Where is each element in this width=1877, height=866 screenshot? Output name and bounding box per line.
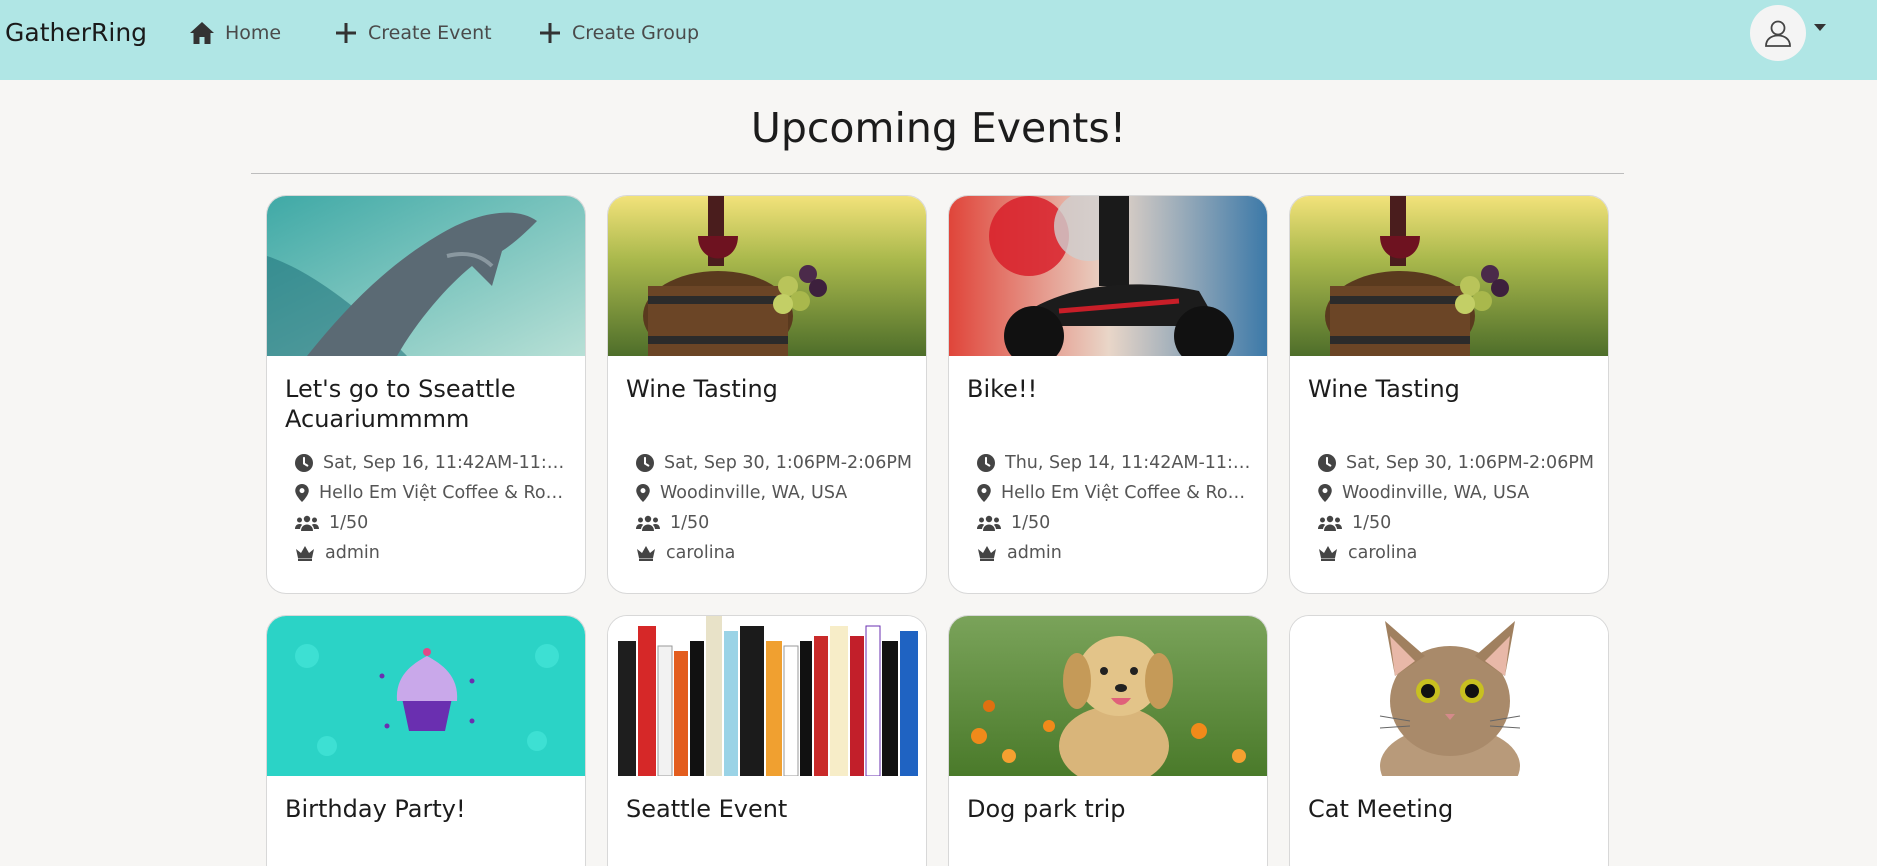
crown-icon [977, 544, 997, 562]
cupcake-image [267, 616, 585, 776]
home-icon [190, 22, 214, 44]
plus-icon [540, 23, 560, 43]
cat-image [1290, 616, 1608, 776]
event-title: Seattle Event [626, 795, 788, 823]
event-card[interactable]: Wine Tasting Sat, Sep 30, 1:06PM-2:06PM … [607, 195, 927, 594]
event-host: admin [295, 538, 575, 568]
event-card[interactable]: Cat Meeting [1289, 615, 1609, 866]
wine-barrel-image [608, 196, 926, 356]
users-icon [1318, 514, 1342, 532]
event-host: carolina [1318, 538, 1598, 568]
event-title: Dog park trip [967, 795, 1126, 823]
wine-barrel-image [1290, 196, 1608, 356]
nav-create-group-link[interactable]: Create Group [538, 18, 699, 48]
event-title: Wine Tasting [1308, 375, 1460, 403]
event-attendees: 1/50 [295, 508, 575, 538]
event-location: Hello Em Việt Coffee & Roastery [977, 478, 1257, 508]
dolphin-image [267, 196, 585, 356]
users-icon [636, 514, 660, 532]
clock-icon [295, 454, 313, 472]
event-attendees: 1/50 [977, 508, 1257, 538]
event-location: Woodinville, WA, USA [1318, 478, 1598, 508]
puppy-image [949, 616, 1267, 776]
event-time: Thu, Sep 14, 11:42AM-11:42PM [977, 448, 1257, 478]
plus-icon [336, 23, 356, 43]
users-icon [977, 514, 1001, 532]
event-host: admin [977, 538, 1257, 568]
title-divider [251, 173, 1624, 174]
event-location: Hello Em Việt Coffee & Roastery [295, 478, 575, 508]
map-pin-icon [977, 484, 991, 502]
user-menu-button[interactable] [1750, 5, 1806, 61]
map-pin-icon [1318, 484, 1332, 502]
nav-home-label: Home [225, 22, 282, 44]
map-pin-icon [636, 484, 650, 502]
top-navbar: GatherRing Home Create Event Create Grou… [0, 0, 1877, 80]
user-icon [1765, 20, 1791, 47]
motorcycle-image [949, 196, 1267, 356]
books-image [608, 616, 926, 776]
clock-icon [977, 454, 995, 472]
event-time: Sat, Sep 16, 11:42AM-11:42PM [295, 448, 575, 478]
page-title: Upcoming Events! [750, 104, 1127, 152]
event-card[interactable]: Seattle Event [607, 615, 927, 866]
event-card[interactable]: Bike!! Thu, Sep 14, 11:42AM-11:42PM Hell… [948, 195, 1268, 594]
event-title: Bike!! [967, 375, 1038, 403]
event-card[interactable]: Birthday Party! [266, 615, 586, 866]
brand-logo[interactable]: GatherRing [5, 18, 147, 47]
event-card[interactable]: Let's go to Sseattle Acuariummmm Sat, Se… [266, 195, 586, 594]
caret-down-icon[interactable] [1814, 24, 1826, 31]
crown-icon [1318, 544, 1338, 562]
event-host: carolina [636, 538, 916, 568]
event-title: Wine Tasting [626, 375, 778, 403]
event-location: Woodinville, WA, USA [636, 478, 916, 508]
event-time: Sat, Sep 30, 1:06PM-2:06PM [636, 448, 916, 478]
users-icon [295, 514, 319, 532]
event-title: Cat Meeting [1308, 795, 1454, 823]
crown-icon [636, 544, 656, 562]
clock-icon [636, 454, 654, 472]
nav-home-link[interactable]: Home [189, 18, 281, 48]
event-card[interactable]: Dog park trip [948, 615, 1268, 866]
event-attendees: 1/50 [636, 508, 916, 538]
crown-icon [295, 544, 315, 562]
event-time: Sat, Sep 30, 1:06PM-2:06PM [1318, 448, 1598, 478]
event-attendees: 1/50 [1318, 508, 1598, 538]
map-pin-icon [295, 484, 309, 502]
event-title: Birthday Party! [285, 795, 466, 823]
nav-create-event-label: Create Event [368, 22, 492, 44]
clock-icon [1318, 454, 1336, 472]
nav-create-group-label: Create Group [572, 22, 700, 44]
event-title: Let's go to Sseattle Acuariummmm [285, 375, 516, 433]
event-card[interactable]: Wine Tasting Sat, Sep 30, 1:06PM-2:06PM … [1289, 195, 1609, 594]
nav-create-event-link[interactable]: Create Event [334, 18, 492, 48]
